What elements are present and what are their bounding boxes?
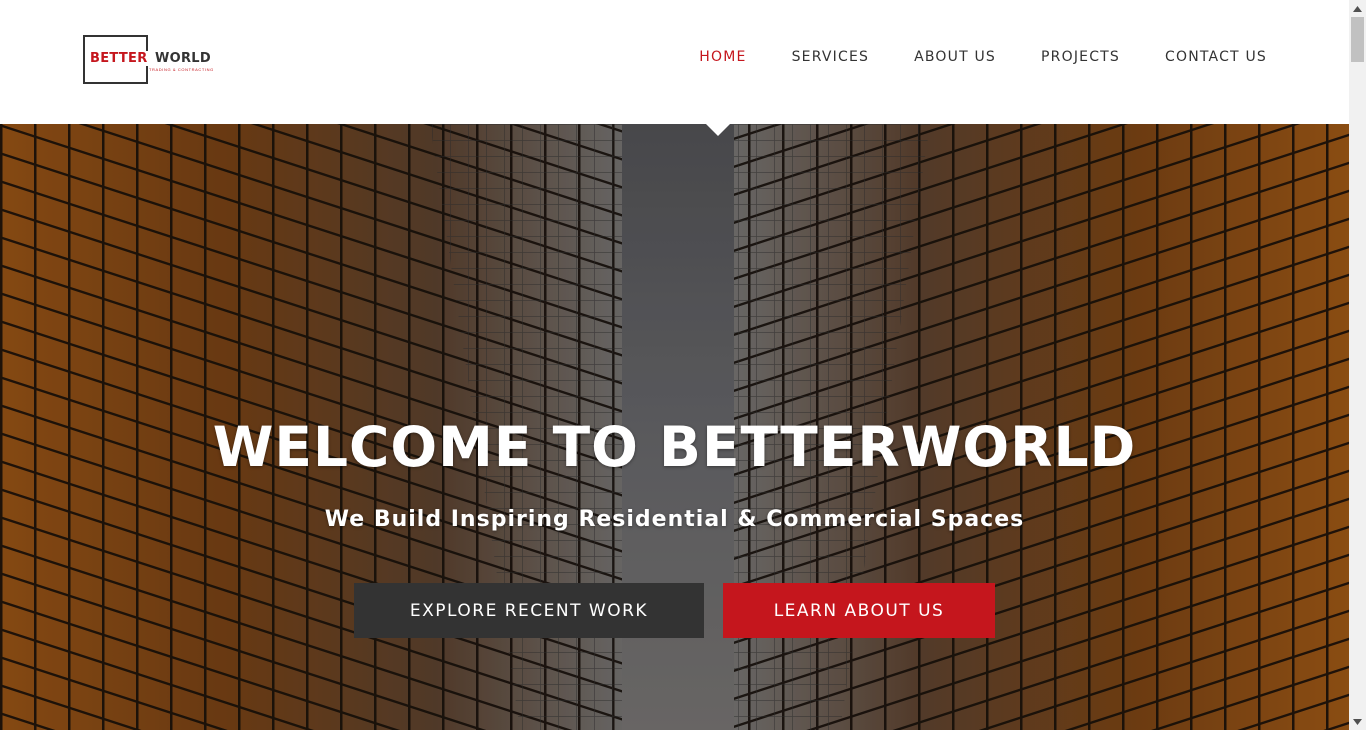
page-scrollbar[interactable] (1349, 0, 1366, 730)
main-nav: HOME SERVICES ABOUT US PROJECTS CONTACT … (654, 49, 1267, 65)
logo-tagline: TRADING & CONTRACTING (149, 67, 214, 72)
scroll-down-arrow-icon[interactable] (1349, 713, 1366, 730)
hero-subtitle: We Build Inspiring Residential & Commerc… (324, 507, 1025, 532)
explore-recent-work-button[interactable]: EXPLORE RECENT WORK (354, 583, 704, 638)
scroll-up-arrow-icon[interactable] (1349, 0, 1366, 17)
logo-word-world: WORLD (155, 51, 211, 66)
hero-title: WELCOME TO BETTERWORLD (212, 415, 1137, 479)
active-nav-pointer (706, 124, 730, 136)
nav-item-projects[interactable]: PROJECTS (1041, 49, 1120, 65)
hero-section: WELCOME TO BETTERWORLD We Build Inspirin… (0, 124, 1349, 730)
scrollbar-thumb[interactable] (1351, 17, 1364, 62)
logo-word-better: BETTER (89, 51, 149, 66)
nav-item-home[interactable]: HOME (699, 49, 746, 65)
site-header: BETTER WORLD TRADING & CONTRACTING HOME … (0, 0, 1349, 124)
nav-item-services[interactable]: SERVICES (792, 49, 870, 65)
site-logo[interactable]: BETTER WORLD TRADING & CONTRACTING (83, 35, 233, 85)
nav-item-about-us[interactable]: ABOUT US (914, 49, 996, 65)
nav-item-contact-us[interactable]: CONTACT US (1165, 49, 1267, 65)
learn-about-us-button[interactable]: LEARN ABOUT US (723, 583, 995, 638)
